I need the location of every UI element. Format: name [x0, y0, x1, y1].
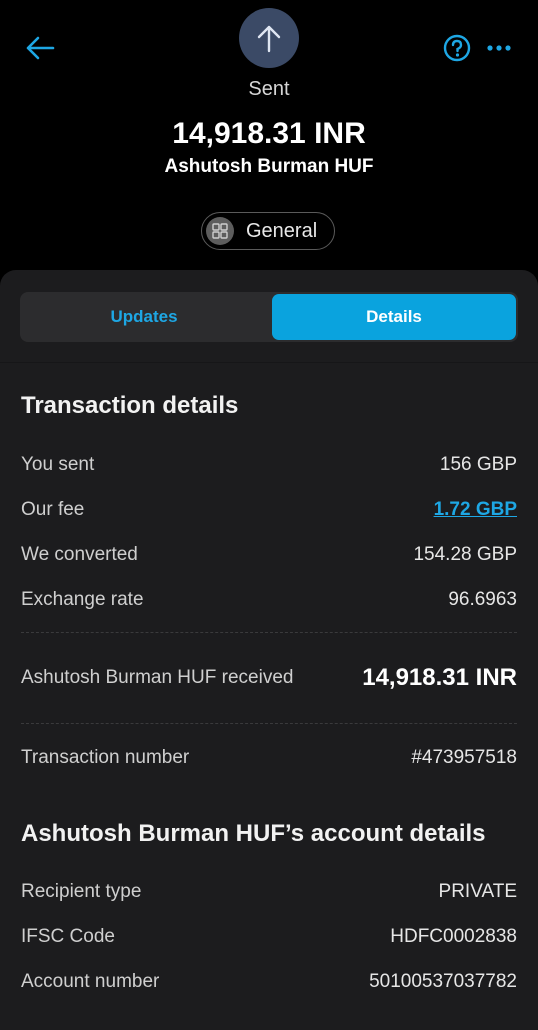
back-button[interactable] — [22, 30, 58, 66]
detail-row-our-fee: Our fee 1.72 GBP — [21, 495, 517, 525]
transaction-number-value: #473957518 — [411, 747, 517, 768]
detail-row-ifsc-code: IFSC Code HDFC0002838 — [21, 922, 517, 952]
sent-arrow-icon — [257, 25, 281, 53]
sent-status-icon — [239, 8, 299, 68]
detail-value: 154.28 GBP — [413, 544, 517, 565]
help-icon — [443, 34, 471, 62]
transaction-amount: 14,918.31 INR — [172, 117, 366, 150]
tab-updates[interactable]: Updates — [22, 294, 266, 340]
received-label: Ashutosh Burman HUF received — [21, 667, 294, 688]
transaction-status: Sent — [248, 78, 290, 100]
dashed-divider — [21, 632, 517, 633]
detail-value: HDFC0002838 — [390, 926, 517, 947]
segmented-tabs: Updates Details — [20, 292, 518, 342]
category-label: General — [246, 219, 318, 242]
account-details-heading: Ashutosh Burman HUF’s account details — [21, 820, 486, 847]
detail-row-account-number: Account number 50100537037782 — [21, 967, 517, 997]
category-grid-icon — [206, 217, 234, 245]
detail-row-recipient-type: Recipient type PRIVATE — [21, 877, 517, 907]
more-options-button[interactable] — [484, 33, 514, 63]
detail-label: Transaction number — [21, 747, 190, 768]
divider — [0, 362, 538, 363]
help-button[interactable] — [442, 33, 472, 63]
detail-value: 50100537037782 — [369, 971, 517, 992]
transaction-header: Sent 14,918.31 INR Ashutosh Burman HUF G… — [0, 0, 538, 270]
detail-label: IFSC Code — [21, 926, 115, 947]
fee-link[interactable]: 1.72 GBP — [434, 499, 517, 521]
dashed-divider — [21, 723, 517, 724]
detail-value: 156 GBP — [439, 454, 517, 475]
detail-label: Account number — [21, 971, 160, 992]
detail-label: You sent — [21, 454, 95, 475]
detail-row-transaction-number: Transaction number #473957518 — [21, 743, 517, 773]
detail-row-you-sent: You sent 156 GBP — [21, 450, 517, 480]
transaction-details-heading: Transaction details — [21, 392, 239, 419]
detail-label: We converted — [21, 544, 138, 565]
detail-value: PRIVATE — [438, 881, 517, 902]
detail-row-received: Ashutosh Burman HUF received 14,918.31 I… — [21, 663, 517, 693]
detail-row-we-converted: We converted 154.28 GBP — [21, 540, 517, 570]
detail-label: Exchange rate — [21, 589, 144, 610]
details-sheet: Updates Details Transaction details You … — [0, 270, 538, 1030]
detail-label: Recipient type — [21, 881, 142, 902]
more-icon — [487, 45, 511, 51]
category-chip[interactable]: General — [201, 212, 335, 250]
received-value: 14,918.31 INR — [362, 664, 517, 691]
recipient-name: Ashutosh Burman HUF — [164, 156, 374, 177]
detail-value: 96.6963 — [448, 589, 517, 610]
detail-label: Our fee — [21, 499, 85, 520]
tab-details[interactable]: Details — [272, 294, 516, 340]
back-arrow-icon — [26, 36, 55, 60]
detail-row-exchange-rate: Exchange rate 96.6963 — [21, 585, 517, 615]
